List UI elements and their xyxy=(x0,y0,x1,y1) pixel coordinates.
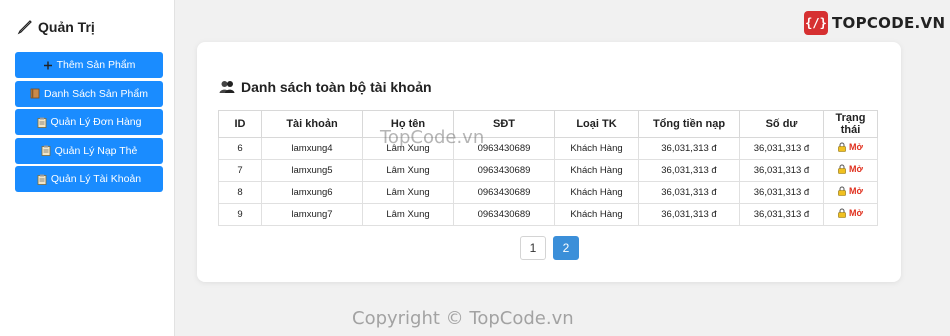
sidebar-item-product-list[interactable]: Danh Sách Sản Phẩm xyxy=(15,80,163,107)
cell-fullname: Lâm Xung xyxy=(362,159,454,182)
cell-fullname: Lâm Xung xyxy=(362,181,454,204)
book-icon xyxy=(30,88,40,99)
logo-mark-icon: {/} xyxy=(804,11,828,35)
status-label: Mở xyxy=(849,186,863,196)
logo-text: TOPCODE.VN xyxy=(832,14,946,32)
status-label: Mở xyxy=(849,208,863,218)
users-icon xyxy=(219,81,235,93)
sidebar-item-topup[interactable]: Quản Lý Nạp Thẻ xyxy=(15,137,163,164)
cell-account-type: Khách Hàng xyxy=(554,203,639,226)
column-header: Trạng thái xyxy=(823,110,878,138)
cell-id: 9 xyxy=(218,203,262,226)
cell-total-topup: 36,031,313 đ xyxy=(638,203,740,226)
page-button-2[interactable]: 2 xyxy=(553,236,579,260)
status-toggle[interactable]: Mở xyxy=(838,208,863,218)
cell-total-topup: 36,031,313 đ xyxy=(638,159,740,182)
cell-username: lamxung6 xyxy=(261,181,363,204)
cell-account-type: Khách Hàng xyxy=(554,137,639,160)
cell-balance: 36,031,313 đ xyxy=(739,181,824,204)
page-button-1[interactable]: 1 xyxy=(520,236,546,260)
cell-status: Mở xyxy=(823,159,878,182)
status-label: Mở xyxy=(849,164,863,174)
lock-icon xyxy=(838,142,846,152)
cell-status: Mở xyxy=(823,137,878,160)
cell-id: 7 xyxy=(218,159,262,182)
cell-account-type: Khách Hàng xyxy=(554,181,639,204)
cell-total-topup: 36,031,313 đ xyxy=(638,137,740,160)
column-header: Tài khoản xyxy=(261,110,363,138)
cell-status: Mở xyxy=(823,203,878,226)
accounts-table: ID Tài khoản Họ tên SĐT Loại TK Tổng tiề… xyxy=(218,110,878,226)
panel-title-text: Danh sách toàn bộ tài khoản xyxy=(241,79,432,95)
wrench-icon xyxy=(17,20,32,35)
sidebar-brand: Quản Trị xyxy=(17,19,95,35)
cell-id: 8 xyxy=(218,181,262,204)
clipboard-icon xyxy=(41,145,51,156)
sidebar-menu: Thêm Sản Phẩm Danh Sách Sản Phẩm Quản Lý… xyxy=(15,52,163,195)
status-toggle[interactable]: Mở xyxy=(838,142,863,152)
sidebar-item-label: Quản Lý Đơn Hàng xyxy=(50,116,142,128)
column-header: Số dư xyxy=(739,110,824,138)
watermark-center: TopCode.vn xyxy=(380,127,485,148)
status-toggle[interactable]: Mở xyxy=(838,164,863,174)
sidebar-item-label: Quản Lý Nạp Thẻ xyxy=(54,144,138,157)
sidebar-item-label: Thêm Sản Phẩm xyxy=(56,59,136,71)
watermark-bottom: Copyright © TopCode.vn xyxy=(352,308,574,329)
sidebar-title: Quản Trị xyxy=(38,19,95,35)
status-label: Mở xyxy=(849,142,863,152)
sidebar-item-orders[interactable]: Quản Lý Đơn Hàng xyxy=(15,109,163,135)
lock-icon xyxy=(838,208,846,218)
panel-title: Danh sách toàn bộ tài khoản xyxy=(219,79,432,95)
cell-username: lamxung7 xyxy=(261,203,363,226)
cell-total-topup: 36,031,313 đ xyxy=(638,181,740,204)
sidebar-item-label: Danh Sách Sản Phẩm xyxy=(44,87,148,100)
status-toggle[interactable]: Mở xyxy=(838,186,863,196)
column-header: Loại TK xyxy=(554,110,639,138)
cell-id: 6 xyxy=(218,137,262,160)
cell-account-type: Khách Hàng xyxy=(554,159,639,182)
clipboard-icon xyxy=(37,174,47,185)
sidebar: Quản Trị Thêm Sản Phẩm Danh Sách Sản Phẩ… xyxy=(0,0,175,336)
cell-fullname: Lâm Xung xyxy=(362,203,454,226)
cell-balance: 36,031,313 đ xyxy=(739,203,824,226)
pagination: 1 2 xyxy=(520,236,579,260)
lock-icon xyxy=(838,186,846,196)
cell-balance: 36,031,313 đ xyxy=(739,159,824,182)
cell-phone: 0963430689 xyxy=(453,181,555,204)
sidebar-item-add-product[interactable]: Thêm Sản Phẩm xyxy=(15,52,163,78)
table-row: 7 lamxung5 Lâm Xung 0963430689 Khách Hàn… xyxy=(218,159,878,182)
sidebar-item-accounts[interactable]: Quản Lý Tài Khoản xyxy=(15,166,163,192)
column-header: Tổng tiền nạp xyxy=(638,110,740,138)
table-row: 8 lamxung6 Lâm Xung 0963430689 Khách Hàn… xyxy=(218,181,878,204)
table-header-row: ID Tài khoản Họ tên SĐT Loại TK Tổng tiề… xyxy=(218,110,878,138)
cell-username: lamxung4 xyxy=(261,137,363,160)
topcode-logo: {/} TOPCODE.VN xyxy=(804,11,945,35)
cell-phone: 0963430689 xyxy=(453,159,555,182)
cell-balance: 36,031,313 đ xyxy=(739,137,824,160)
lock-icon xyxy=(838,164,846,174)
accounts-panel: Danh sách toàn bộ tài khoản ID Tài khoản… xyxy=(197,42,901,282)
cell-username: lamxung5 xyxy=(261,159,363,182)
cell-status: Mở xyxy=(823,181,878,204)
table-row: 9 lamxung7 Lâm Xung 0963430689 Khách Hàn… xyxy=(218,203,878,226)
table-row: 6 lamxung4 Lâm Xung 0963430689 Khách Hàn… xyxy=(218,137,878,160)
clipboard-icon xyxy=(37,117,46,128)
cell-phone: 0963430689 xyxy=(453,203,555,226)
plus-icon xyxy=(43,61,52,69)
sidebar-item-label: Quản Lý Tài Khoản xyxy=(50,173,142,185)
column-header: ID xyxy=(218,110,262,138)
